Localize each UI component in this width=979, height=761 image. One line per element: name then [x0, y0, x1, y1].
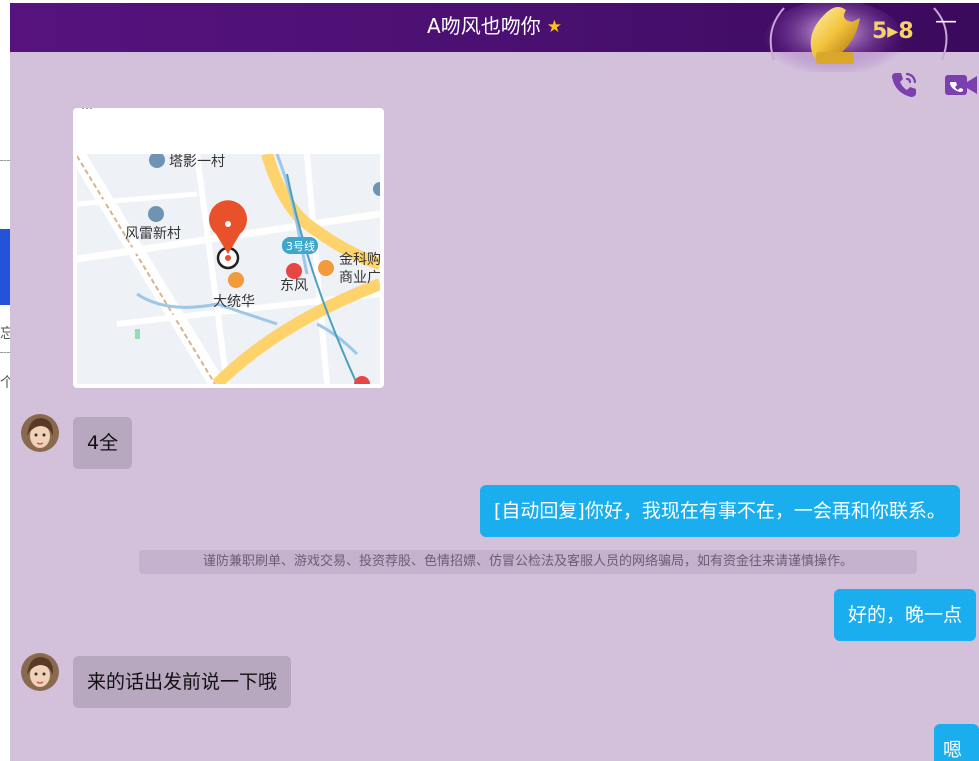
divider [0, 160, 10, 161]
contact-name: A吻风也吻你 [427, 14, 541, 38]
avatar-image [21, 414, 59, 452]
map-address: … [81, 108, 93, 112]
minimize-button[interactable]: — [935, 11, 957, 37]
map-label: 商业广 [339, 270, 380, 286]
map-label: 东风 [280, 278, 308, 294]
message-bubble-received: 4全 [73, 417, 133, 469]
message-bubble-sent: 好的，晚一点 [834, 589, 977, 641]
background-banner [0, 229, 10, 305]
background-text: 忘 [0, 326, 10, 342]
security-notice: 谨防兼职刷单、游戏交易、投资荐股、色情招嫖、仿冒公检法及客服人员的网络骗局，如有… [139, 550, 917, 574]
metro-label: 3号线 [286, 239, 315, 253]
star-icon: ★ [546, 17, 562, 37]
message-bubble-sent: [自动回复]你好，我现在有事不在，一会再和你联系。 [480, 485, 960, 537]
background-text: 个 [0, 375, 10, 391]
video-camera-icon[interactable] [944, 71, 978, 99]
background-page-edge: 忘 个 [0, 0, 10, 761]
contact-avatar[interactable] [21, 653, 59, 691]
message-bubble-received: 来的话出发前说一下哦 [73, 656, 292, 708]
level-badge-icon: 5▸8 [764, 3, 948, 72]
chat-window: A吻风也吻你 ★ 5▸8 — 塔影一村 风雷新村 3号线 东风 金科购 商业广 … [10, 3, 979, 761]
title-bar: A吻风也吻你 ★ 5▸8 — [10, 3, 979, 72]
map-label: 风雷新村 [125, 226, 181, 242]
map-label: 大统华 [213, 294, 255, 310]
avatar-image [21, 653, 59, 691]
phone-icon[interactable] [889, 69, 919, 99]
contact-avatar[interactable] [21, 414, 59, 452]
divider [0, 352, 10, 353]
location-message-card[interactable]: … 塔影一村 风雷新村 3号线 [73, 108, 384, 388]
map-image: 塔影一村 风雷新村 3号线 东风 金科购 商业广 大统华 [77, 154, 380, 384]
badge-text: 5▸8 [872, 19, 914, 44]
map-label: 金科购 [339, 252, 380, 268]
message-bubble-sent: 嗯 [934, 724, 979, 761]
map-label: 塔影一村 [169, 154, 225, 170]
